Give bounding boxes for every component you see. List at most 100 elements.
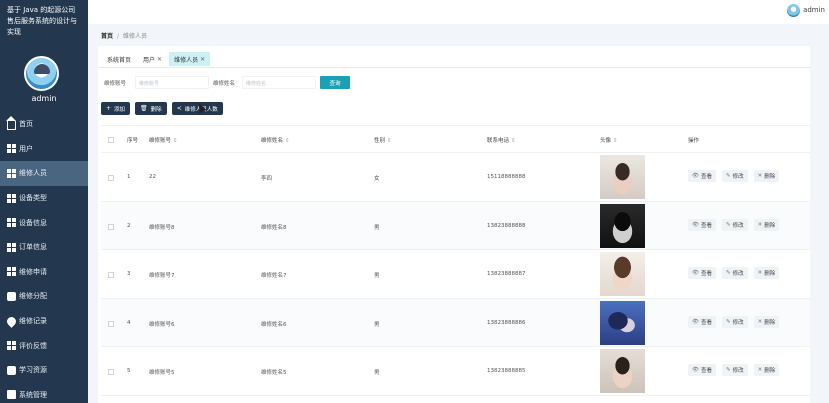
grid-icon [7,341,16,351]
name-search-input[interactable]: 维修姓名 [242,76,316,89]
avatar-photo[interactable] [600,300,645,345]
delete-button[interactable]: 🗑 删除 [135,102,167,115]
cell-account: 维修账号6 [149,321,175,328]
edit-button[interactable]: ✎ 修改 [722,364,748,376]
delete-row-button[interactable]: ✕ 删除 [753,267,780,279]
delete-button-label: 删除 [150,106,162,113]
sidebar-item-feedback[interactable]: 评价反馈 [0,333,88,358]
sidebar-item-label: 订单信息 [19,243,47,252]
cell-phone: 13823888886 [487,319,526,326]
share-icon: < [176,105,182,112]
sidebar-item-repair-staff[interactable]: 维修人员 [0,161,88,186]
tab-label: 用户 [143,56,156,64]
edit-icon: ✎ [726,173,731,179]
edit-button[interactable]: ✎ 修改 [722,170,748,182]
tab-system-home[interactable]: 系统首页 [102,52,137,66]
sidebar-avatar[interactable] [24,56,59,91]
tab-repair-staff[interactable]: 维修人员 ✕ [169,52,211,66]
search-button[interactable]: 查询 [320,76,350,89]
eye-icon: 👁 [692,270,699,276]
cell-gender: 男 [374,273,380,279]
row-checkbox[interactable] [108,272,114,278]
sidebar-item-device-info[interactable]: 设备信息 [0,210,88,235]
col-gender[interactable]: 性别 ⇕ [374,136,392,144]
table-row[interactable]: 4 维修账号6 维修姓名6 男 13823888886 👁 查看 ✎ 修改 ✕ 删除 [101,298,810,347]
avatar-photo[interactable] [600,203,645,248]
col-name[interactable]: 维修姓名 ⇕ [261,136,290,144]
view-label: 查看 [700,319,712,326]
select-all-checkbox[interactable] [108,137,114,143]
cell-name: 维修姓名8 [261,224,287,231]
sidebar-item-repair-records[interactable]: 维修记录 [0,309,88,334]
cell-gender: 男 [374,370,380,376]
sidebar-item-system[interactable]: 系统管理 [0,383,88,403]
add-button[interactable]: + 添加 [101,102,131,115]
top-avatar[interactable] [787,4,800,17]
edit-label: 修改 [732,271,744,277]
cell-gender: 男 [374,321,380,328]
sidebar-item-repair-assignment[interactable]: 维修分配 [0,284,88,309]
table-row[interactable]: 1 22 李四 女 15118888888 👁 查看 ✎ 修改 ✕ 删除 [101,153,810,202]
view-button[interactable]: 👁 查看 [688,170,716,182]
avatar-photo[interactable] [600,155,645,199]
table-row[interactable]: 3 维修账号7 维修姓名7 男 13823888887 👁 查看 ✎ 修改 ✕ 删除 [101,250,810,299]
cell-phone: 13823888888 [487,222,526,229]
sidebar-item-label: 维修人员 [19,169,47,178]
row-checkbox[interactable] [108,320,114,327]
avatar-photo[interactable] [600,252,645,296]
account-search-input[interactable]: 维修账号 [135,76,209,89]
table-row[interactable]: 2 维修账号8 维修姓名8 男 13823888888 👁 查看 ✎ 修改 ✕ 删除 [101,201,810,250]
delete-row-button[interactable]: ✕ 删除 [753,218,780,231]
tab-users[interactable]: 用户 ✕ [138,52,168,66]
view-button[interactable]: 👁 查看 [688,267,716,279]
close-icon[interactable]: ✕ [157,56,162,63]
edit-button[interactable]: ✎ 修改 [722,218,748,231]
view-button[interactable]: 👁 查看 [688,218,716,231]
sort-icon[interactable]: ⇕ [613,138,618,144]
sidebar-item-label: 首页 [19,120,33,129]
sidebar-item-repair-requests[interactable]: 维修申请 [0,260,88,285]
cell-index: 1 [127,174,131,180]
sidebar-item-home[interactable]: 首页 [0,112,88,137]
col-account[interactable]: 维修账号 ⇕ [149,136,178,144]
close-icon: ✕ [757,318,763,325]
grid-icon [7,218,16,228]
delete-row-button[interactable]: ✕ 删除 [753,170,780,182]
col-photo[interactable]: 头像 ⇕ [600,136,618,144]
sidebar-item-orders[interactable]: 订单信息 [0,235,88,260]
breadcrumb-separator: / [117,33,120,40]
edit-icon: ✎ [726,221,731,228]
sort-icon[interactable]: ⇕ [173,138,178,144]
tab-divider [98,67,810,68]
row-checkbox[interactable] [108,223,114,230]
sort-icon[interactable]: ⇕ [387,138,392,144]
breadcrumb-home[interactable]: 首页 [101,33,113,40]
sort-icon[interactable]: ⇕ [511,138,516,144]
row-checkbox[interactable] [108,175,114,181]
view-button[interactable]: 👁 查看 [688,315,716,328]
sidebar-item-label: 维修申请 [19,267,47,276]
edit-button[interactable]: ✎ 修改 [722,267,748,279]
account-filter-label: 维修账号 [104,81,127,87]
close-icon[interactable]: ✕ [200,56,205,63]
view-button[interactable]: 👁 查看 [688,364,716,376]
col-ops: 操作 [688,138,700,144]
top-username[interactable]: admin [803,6,825,14]
delete-row-button[interactable]: ✕ 删除 [753,315,780,328]
chat-icon [7,365,16,375]
cell-name: 李四 [261,176,273,182]
cell-index: 4 [127,319,131,326]
sidebar-menu: 首页 用户 维修人员 设备类型 设备信息 订单信息 维修申请 维修分配 维修记录… [0,112,88,403]
delete-row-button[interactable]: ✕ 删除 [753,364,780,376]
sidebar-item-device-types[interactable]: 设备类型 [0,186,88,211]
app-title: 基于 Java 的起源公司售后服务系统的设计与实现 [7,6,77,36]
col-phone[interactable]: 联系电话 ⇕ [487,136,516,144]
edit-button[interactable]: ✎ 修改 [722,315,748,328]
avatar-photo[interactable] [600,349,645,393]
sidebar-item-users[interactable]: 用户 [0,137,88,162]
row-checkbox[interactable] [108,369,114,375]
view-label: 查看 [700,222,712,229]
table-row[interactable]: 5 维修账号5 维修姓名5 男 13823888885 👁 查看 ✎ 修改 ✕ 删除 [101,347,810,396]
sidebar-item-learning[interactable]: 学习资源 [0,358,88,383]
sort-icon[interactable]: ⇕ [285,138,290,144]
